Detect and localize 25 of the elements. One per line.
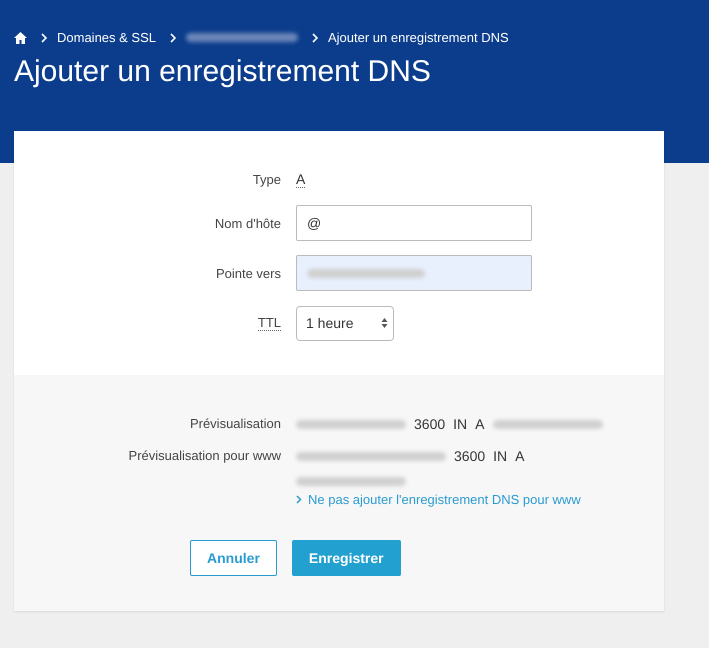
target-field[interactable] (296, 255, 532, 291)
preview-label: Prévisualisation (188, 415, 281, 433)
ttl-select[interactable]: 1 heure (296, 306, 394, 340)
chevron-icon (41, 32, 48, 42)
preview-label: Prévisualisation pour www (128, 447, 281, 465)
breadcrumb-current: Ajouter un enregistrement DNS (328, 30, 509, 45)
chevron-icon (312, 32, 319, 42)
page-title: Ajouter un enregistrement DNS (14, 54, 432, 90)
type-value: A (296, 170, 306, 188)
breadcrumb-link[interactable]: Domaines & SSL (57, 30, 156, 45)
record-text: 3600 (414, 415, 446, 433)
record-text: 3600 (454, 447, 486, 465)
hostname-field[interactable]: @ (296, 205, 532, 241)
record-text: A (475, 415, 484, 433)
chevron-icon (296, 495, 302, 504)
ttl-label: TTL (258, 315, 281, 331)
chevron-icon (170, 32, 177, 42)
record-text: IN (453, 415, 468, 433)
record-text: A (515, 447, 524, 465)
type-label: Type (252, 172, 281, 186)
dropdown-arrows-icon (381, 317, 388, 329)
home-icon[interactable] (14, 32, 27, 44)
record-text: IN (493, 447, 508, 465)
hostname-label: Nom d'hôte (214, 216, 281, 230)
target-label: Pointe vers (214, 266, 281, 280)
